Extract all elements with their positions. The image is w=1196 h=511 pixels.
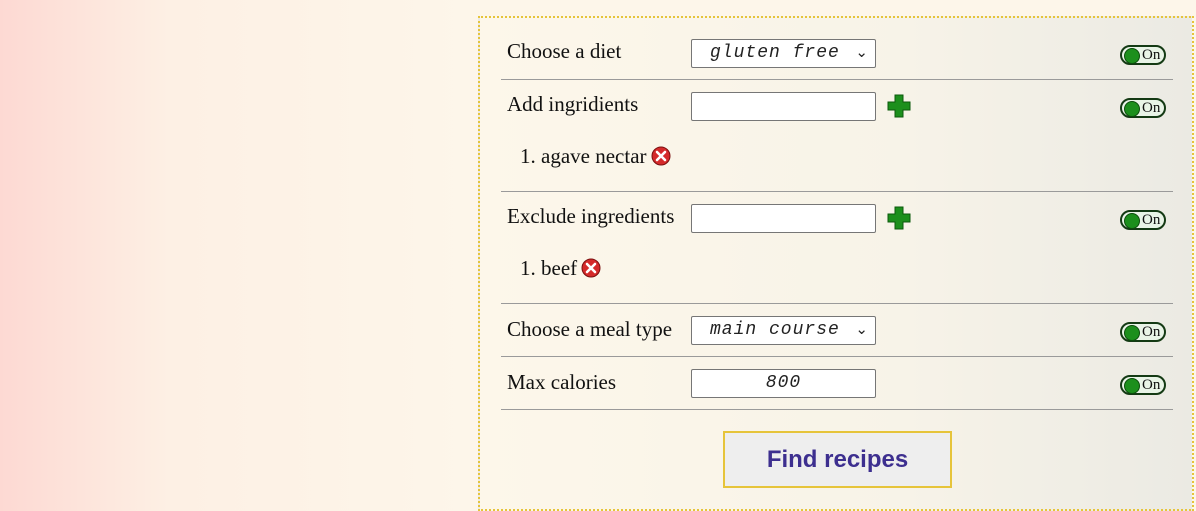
ingredient-name: 1. agave nectar xyxy=(520,144,647,168)
diet-select[interactable]: gluten free ⌄ xyxy=(691,39,876,68)
toggle-label: On xyxy=(1142,100,1161,116)
meal-type-row: Choose a meal type main course ⌄ On xyxy=(501,303,1173,357)
toggle-knob xyxy=(1124,48,1140,64)
exclude-ingredients-label: Exclude ingredients xyxy=(507,204,675,228)
meal-type-toggle[interactable]: On xyxy=(1120,322,1166,342)
exclude-ingredients-row: Exclude ingredients On 1. beef xyxy=(501,191,1173,304)
diet-label: Choose a diet xyxy=(507,39,622,63)
exclude-ingredient-input[interactable] xyxy=(691,204,876,233)
diet-toggle[interactable]: On xyxy=(1120,45,1166,65)
diet-selected-value: gluten free xyxy=(710,43,840,63)
plus-icon[interactable] xyxy=(887,94,911,118)
add-ingredient-input[interactable] xyxy=(691,92,876,121)
toggle-knob xyxy=(1124,378,1140,394)
meal-type-selected-value: main course xyxy=(710,320,840,340)
toggle-label: On xyxy=(1142,212,1161,228)
close-circle-icon[interactable] xyxy=(651,146,671,166)
list-item: 1. beef xyxy=(520,256,601,281)
chevron-down-icon: ⌄ xyxy=(855,43,869,61)
find-recipes-button[interactable]: Find recipes xyxy=(723,431,952,488)
diet-row: Choose a diet gluten free ⌄ On xyxy=(501,18,1173,80)
add-ingredients-toggle[interactable]: On xyxy=(1120,98,1166,118)
plus-icon[interactable] xyxy=(887,206,911,230)
toggle-knob xyxy=(1124,325,1140,341)
max-calories-toggle[interactable]: On xyxy=(1120,375,1166,395)
add-ingredients-row: Add ingridients On 1. agave nectar xyxy=(501,79,1173,192)
meal-type-label: Choose a meal type xyxy=(507,317,673,341)
toggle-label: On xyxy=(1142,47,1161,63)
recipe-search-panel: Choose a diet gluten free ⌄ On Add ingri… xyxy=(478,16,1194,511)
toggle-knob xyxy=(1124,101,1140,117)
list-item: 1. agave nectar xyxy=(520,144,671,169)
max-calories-input[interactable]: 800 xyxy=(691,369,876,398)
exclude-ingredients-toggle[interactable]: On xyxy=(1120,210,1166,230)
toggle-knob xyxy=(1124,213,1140,229)
add-ingredients-label: Add ingridients xyxy=(507,92,639,116)
close-circle-icon[interactable] xyxy=(581,258,601,278)
toggle-label: On xyxy=(1142,324,1161,340)
toggle-label: On xyxy=(1142,377,1161,393)
max-calories-row: Max calories 800 On xyxy=(501,356,1173,410)
max-calories-label: Max calories xyxy=(507,370,617,394)
meal-type-select[interactable]: main course ⌄ xyxy=(691,316,876,345)
ingredient-name: 1. beef xyxy=(520,256,578,280)
chevron-down-icon: ⌄ xyxy=(855,320,869,338)
